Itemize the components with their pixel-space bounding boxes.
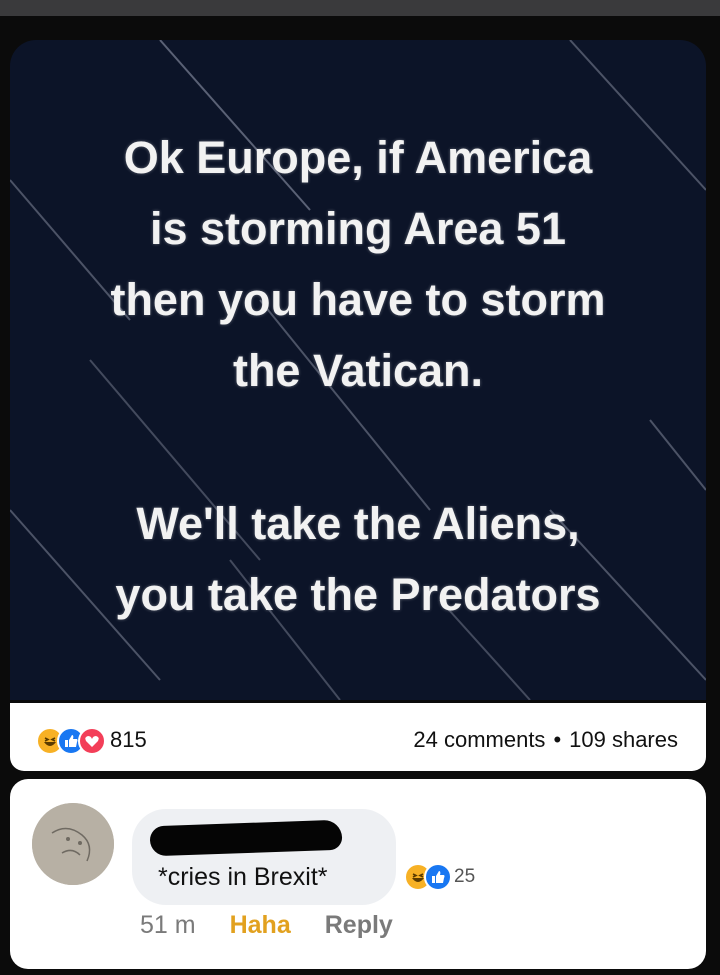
comment-reactions[interactable]: 25 — [404, 863, 500, 893]
reply-button[interactable]: Reply — [325, 911, 393, 939]
stats-separator: • — [553, 727, 562, 752]
meme-line: then you have to storm — [110, 274, 606, 325]
meme-line: you take the Predators — [115, 569, 601, 620]
meme-line: the Vatican. — [232, 345, 484, 396]
post-stats: 24 comments • 109 shares — [413, 727, 678, 753]
comment-text: *cries in Brexit* — [158, 863, 328, 891]
comment-bubble[interactable]: *cries in Brexit* — [132, 809, 396, 905]
post-image[interactable]: Ok Europe, if America is storming Area 5… — [10, 40, 706, 700]
post-reactions-bar: 815 24 comments • 109 shares — [10, 703, 706, 771]
love-reaction-icon — [78, 727, 106, 755]
meme-text-paragraph-2: We'll take the Aliens, you take the Pred… — [10, 488, 706, 630]
meme-line: is storming Area 51 — [150, 203, 566, 254]
redacted-author-name — [149, 819, 343, 857]
comments-count[interactable]: 24 comments — [413, 727, 545, 752]
like-reaction-icon — [424, 863, 452, 891]
comment: *cries in Brexit* 25 51 m Haha Reply — [10, 779, 706, 969]
avatar[interactable] — [32, 803, 114, 885]
meme-line: We'll take the Aliens, — [136, 498, 580, 549]
reaction-count[interactable]: 815 — [110, 727, 147, 753]
comment-time: 51 m — [140, 911, 196, 939]
shares-count[interactable]: 109 shares — [569, 727, 678, 752]
comment-actions: 51 m Haha Reply — [140, 911, 427, 940]
comment-reaction-count: 25 — [454, 866, 476, 887]
status-bar — [0, 0, 720, 16]
haha-button[interactable]: Haha — [230, 911, 291, 939]
meme-line: Ok Europe, if America — [123, 132, 593, 183]
meme-text-paragraph-1: Ok Europe, if America is storming Area 5… — [10, 122, 706, 406]
